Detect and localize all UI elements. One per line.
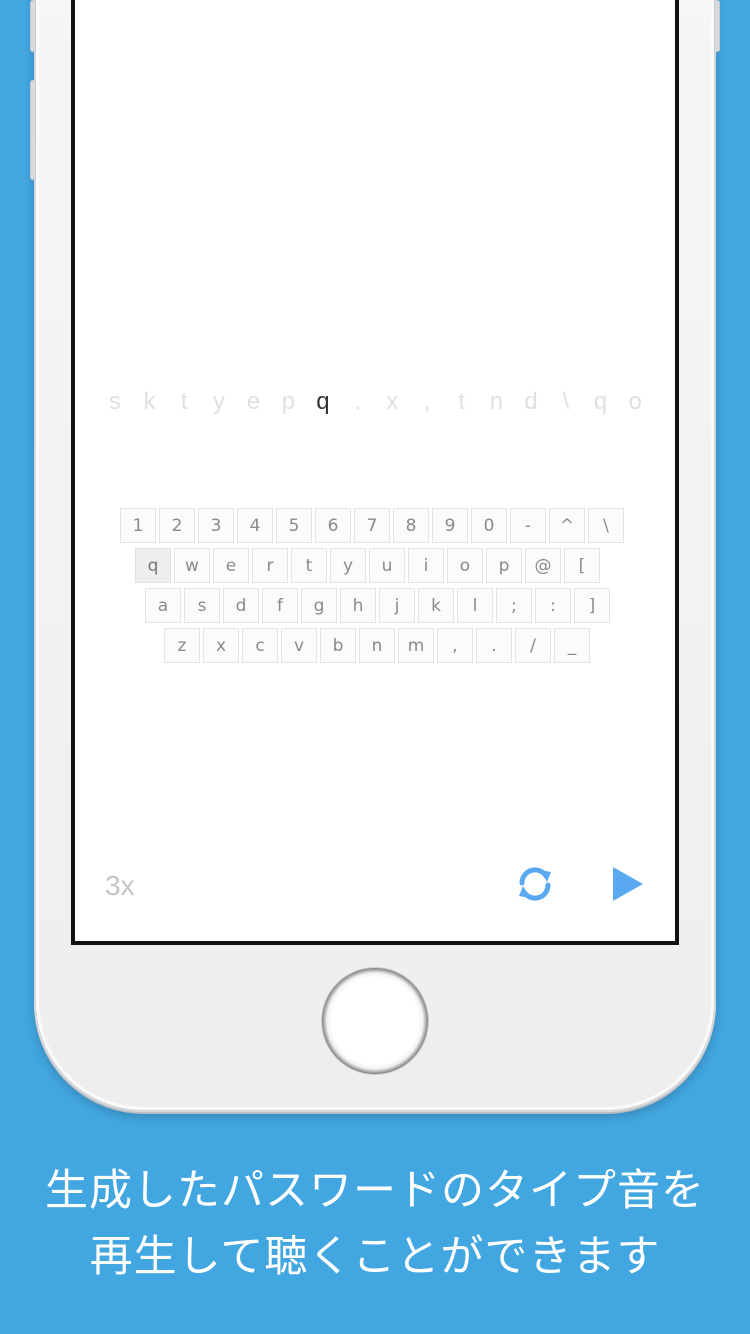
key[interactable]: e [213, 548, 249, 583]
key[interactable]: _ [554, 628, 590, 663]
play-icon [609, 865, 645, 907]
key[interactable]: ] [574, 588, 610, 623]
key[interactable]: 9 [432, 508, 468, 543]
key[interactable]: t [291, 548, 327, 583]
key[interactable]: i [408, 548, 444, 583]
password-char: n [489, 388, 504, 415]
key[interactable]: , [437, 628, 473, 663]
key[interactable]: 4 [237, 508, 273, 543]
key[interactable]: v [281, 628, 317, 663]
password-char: . [354, 388, 361, 415]
key[interactable]: b [320, 628, 356, 663]
speed-toggle[interactable]: 3x [105, 870, 135, 902]
key[interactable]: q [135, 548, 171, 583]
key[interactable]: : [535, 588, 571, 623]
key[interactable]: / [515, 628, 551, 663]
password-char: k [143, 388, 156, 415]
key[interactable]: s [184, 588, 220, 623]
key[interactable]: y [330, 548, 366, 583]
key[interactable]: o [447, 548, 483, 583]
mute-switch [30, 0, 36, 52]
key[interactable]: - [510, 508, 546, 543]
key[interactable]: f [262, 588, 298, 623]
keyboard-row: 1 2 3 4 5 6 7 8 9 0- ^ \ [120, 508, 624, 543]
key[interactable]: 2 [159, 508, 195, 543]
key[interactable]: c [242, 628, 278, 663]
phone-frame: s k t y e p q. x, t n d \ q o 1 2 3 4 5 6 7 8 9 0- ^ \ q w e r t y u i o p… [30, 0, 720, 1112]
password-char: x [386, 388, 399, 415]
keyboard-row: z x c v b n m,. / _ [164, 628, 590, 663]
key[interactable]: 3 [198, 508, 234, 543]
keyboard-row: q w e r t y u i o p @[ [135, 548, 600, 583]
key[interactable]: 1 [120, 508, 156, 543]
password-char: p [281, 388, 295, 415]
key[interactable]: @ [525, 548, 561, 583]
home-button[interactable] [322, 968, 428, 1074]
key[interactable]: d [223, 588, 259, 623]
keyboard-row: a s d f g h j k l;:] [145, 588, 610, 623]
key[interactable]: 6 [315, 508, 351, 543]
key[interactable]: ; [496, 588, 532, 623]
key[interactable]: j [379, 588, 415, 623]
password-char: q [316, 388, 330, 415]
key[interactable]: z [164, 628, 200, 663]
key[interactable]: 7 [354, 508, 390, 543]
key[interactable]: u [369, 548, 405, 583]
refresh-icon [516, 865, 554, 907]
password-display: s k t y e p q. x, t n d \ q o [75, 388, 675, 416]
key[interactable]: n [359, 628, 395, 663]
key[interactable]: 5 [276, 508, 312, 543]
caption-line-2: 再生して聴くことができます [89, 1232, 661, 1282]
password-char: t [458, 388, 466, 415]
key[interactable]: 8 [393, 508, 429, 543]
key[interactable]: w [174, 548, 210, 583]
password-char: s [108, 388, 121, 415]
password-char: o [628, 388, 642, 415]
password-char: \ [562, 388, 570, 415]
key[interactable]: x [203, 628, 239, 663]
key[interactable]: . [476, 628, 512, 663]
password-char: d [524, 388, 538, 415]
password-char: t [180, 388, 188, 415]
app-screen: s k t y e p q. x, t n d \ q o 1 2 3 4 5 6 7 8 9 0- ^ \ q w e r t y u i o p… [75, 0, 675, 941]
key[interactable]: [ [564, 548, 600, 583]
volume-button [30, 80, 36, 180]
play-button[interactable] [605, 864, 649, 908]
key[interactable]: ^ [549, 508, 585, 543]
key[interactable]: l [457, 588, 493, 623]
key[interactable]: r [252, 548, 288, 583]
password-char: , [423, 388, 431, 415]
caption-line-1: 生成したパスワードのタイプ音を [45, 1166, 705, 1216]
key[interactable]: p [486, 548, 522, 583]
key[interactable]: 0 [471, 508, 507, 543]
key[interactable]: a [145, 588, 181, 623]
key[interactable]: k [418, 588, 454, 623]
key[interactable]: h [340, 588, 376, 623]
password-char: y [212, 388, 225, 415]
refresh-button[interactable] [513, 864, 557, 908]
key[interactable]: \ [588, 508, 624, 543]
power-button [714, 0, 720, 52]
phone-screen: s k t y e p q. x, t n d \ q o 1 2 3 4 5 6 7 8 9 0- ^ \ q w e r t y u i o p… [71, 0, 679, 945]
password-char: q [593, 388, 608, 415]
key[interactable]: m [398, 628, 434, 663]
key[interactable]: g [301, 588, 337, 623]
password-char: e [246, 388, 261, 415]
